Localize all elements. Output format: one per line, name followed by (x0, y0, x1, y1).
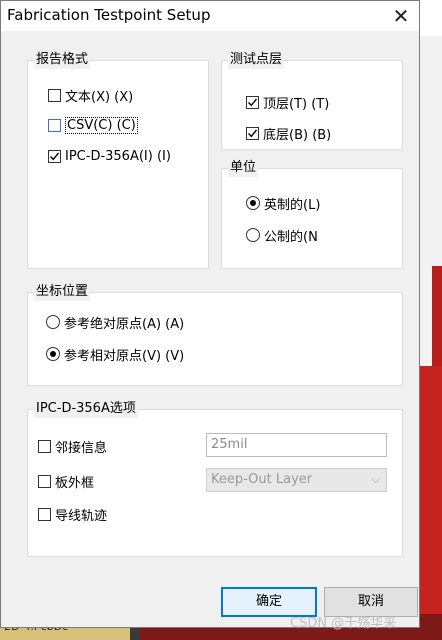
bottom-layer-label: 底层(B) (B) (263, 127, 332, 143)
pcb-red-area (420, 366, 442, 640)
board-outline-checkbox[interactable]: 板外框 (38, 472, 95, 491)
top-layer-label: 顶层(T) (T) (263, 96, 330, 112)
checkmark-icon (246, 126, 259, 140)
dialog-client-area: 报告格式 文本(X) (X) CSV(C) (C) IPC-D-356A(I) … (1, 31, 419, 627)
traces-label: 导线轨迹 (55, 508, 108, 524)
units-label: 单位 (228, 159, 259, 177)
bottom-layer-checkbox[interactable]: 底层(B) (B) (246, 124, 332, 143)
checkbox-icon (48, 118, 61, 132)
testpoint-setup-dialog: Fabrication Testpoint Setup ✕ 报告格式 文本(X)… (0, 0, 420, 628)
report-ipc-label: IPC-D-356A(I) (I) (65, 148, 171, 164)
imperial-radio[interactable]: 英制的(L) (246, 194, 321, 213)
radio-icon (46, 315, 60, 329)
radio-selected-icon (246, 196, 260, 210)
checkmark-icon (48, 149, 61, 163)
adjacent-info-label: 邻接信息 (55, 440, 108, 456)
report-csv-checkbox[interactable]: CSV(C) (C) (48, 116, 138, 134)
report-ipc-checkbox[interactable]: IPC-D-356A(I) (I) (48, 147, 171, 165)
coordinate-group: 坐标位置 参考绝对原点(A) (A) 参考相对原点(V) (V) (27, 283, 403, 386)
outline-layer-select[interactable]: Keep-Out Layer ⌵ (206, 468, 387, 492)
absolute-origin-radio[interactable]: 参考绝对原点(A) (A) (46, 313, 185, 332)
report-format-group: 报告格式 文本(X) (X) CSV(C) (C) IPC-D-356A(I) … (27, 51, 209, 269)
close-icon[interactable]: ✕ (383, 1, 419, 31)
checkbox-icon (38, 439, 51, 453)
checkbox-icon (38, 474, 51, 488)
metric-radio[interactable]: 公制的(N (246, 226, 318, 245)
adjacent-distance-input[interactable]: 25mil (206, 433, 387, 457)
test-layers-label: 测试点层 (228, 51, 285, 69)
relative-origin-radio[interactable]: 参考相对原点(V) (V) (46, 345, 185, 364)
top-layer-checkbox[interactable]: 顶层(T) (T) (246, 93, 330, 112)
adjacent-info-checkbox[interactable]: 邻接信息 (38, 437, 108, 456)
title-bar: Fabrication Testpoint Setup ✕ (1, 1, 419, 31)
report-csv-label: CSV(C) (C) (65, 116, 138, 134)
ipc-options-label: IPC-D-356A选项 (34, 400, 138, 418)
radio-selected-icon (46, 347, 60, 361)
checkbox-icon (48, 88, 61, 102)
board-outline-label: 板外框 (55, 475, 95, 491)
chevron-down-icon: ⌵ (371, 473, 380, 486)
report-text-checkbox[interactable]: 文本(X) (X) (48, 86, 134, 105)
imperial-label: 英制的(L) (264, 197, 321, 213)
background-app-right (420, 36, 442, 640)
absolute-origin-label: 参考绝对原点(A) (A) (64, 316, 185, 332)
radio-icon (246, 228, 260, 242)
outline-layer-value: Keep-Out Layer (211, 472, 313, 487)
checkbox-icon (38, 507, 51, 521)
watermark: CSDN @千殇华来 (290, 616, 397, 631)
metric-label: 公制的(N (264, 229, 318, 245)
traces-checkbox[interactable]: 导线轨迹 (38, 505, 108, 524)
report-format-label: 报告格式 (34, 51, 91, 69)
checkmark-icon (246, 95, 259, 109)
units-group: 单位 英制的(L) 公制的(N (221, 159, 403, 269)
window-title: Fabrication Testpoint Setup (7, 6, 211, 24)
coordinate-label: 坐标位置 (34, 283, 91, 301)
relative-origin-label: 参考相对原点(V) (V) (64, 348, 185, 364)
report-text-label: 文本(X) (X) (65, 89, 134, 105)
ipc-options-group: IPC-D-356A选项 邻接信息 25mil 板外框 Keep-Out Lay… (27, 400, 403, 557)
test-layers-group: 测试点层 顶层(T) (T) 底层(B) (B) (221, 51, 403, 150)
